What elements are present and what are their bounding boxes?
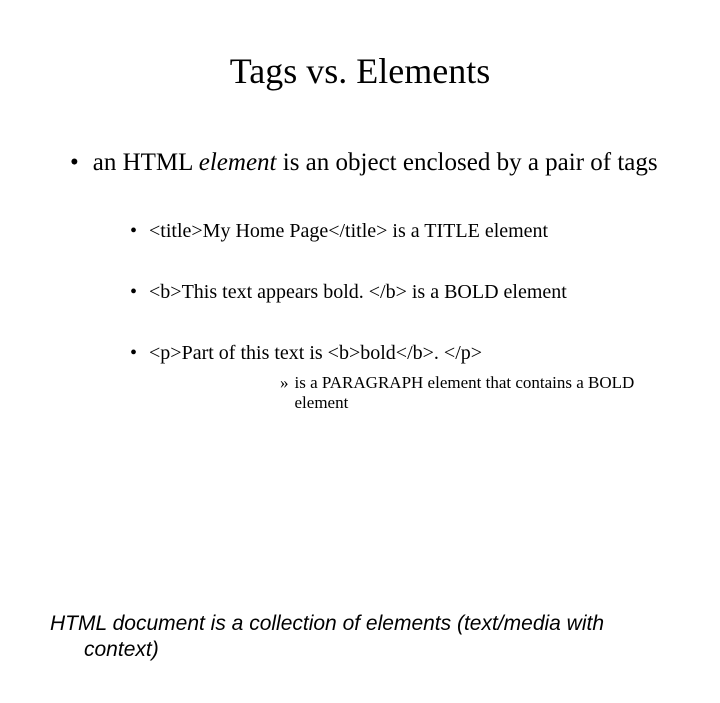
- sub-sub-bullet: » is a PARAGRAPH element that contains a…: [130, 373, 670, 413]
- main-pre: an HTML: [93, 149, 199, 176]
- sub-bullet-list: • <title>My Home Page</title> is a TITLE…: [50, 220, 670, 413]
- sub-bullet: • <title>My Home Page</title> is a TITLE…: [130, 220, 670, 243]
- slide-title: Tags vs. Elements: [50, 50, 670, 92]
- bullet-glyph: •: [130, 281, 137, 304]
- main-mid: element: [199, 149, 277, 176]
- sub-bullet-text: <b>This text appears bold. </b> is a BOL…: [149, 281, 567, 304]
- main-post: is an object enclosed by a pair of tags: [277, 149, 658, 176]
- sub-bullet: • <p>Part of this text is <b>bold</b>. <…: [130, 342, 670, 365]
- sub-bullet-text: <title>My Home Page</title> is a TITLE e…: [149, 220, 548, 243]
- raquo-glyph: »: [280, 373, 289, 413]
- bullet-glyph: •: [70, 147, 79, 180]
- main-bullet: • an HTML element is an object enclosed …: [50, 147, 670, 180]
- bullet-glyph: •: [130, 342, 137, 365]
- bullet-glyph: •: [130, 220, 137, 243]
- sub-bullet-text: <p>Part of this text is <b>bold</b>. </p…: [149, 342, 482, 365]
- footer-note: HTML document is a collection of element…: [84, 611, 670, 664]
- sub-bullet: • <b>This text appears bold. </b> is a B…: [130, 281, 670, 304]
- main-bullet-text: an HTML element is an object enclosed by…: [93, 147, 658, 180]
- sub-sub-text: is a PARAGRAPH element that contains a B…: [295, 373, 671, 413]
